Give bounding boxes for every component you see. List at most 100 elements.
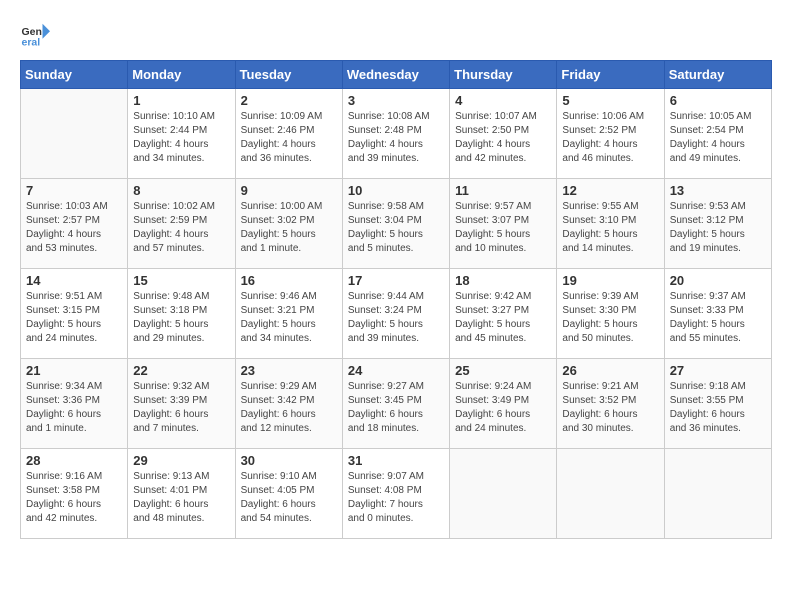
day-number: 23 [241,363,337,378]
day-number: 10 [348,183,444,198]
day-info: Sunrise: 9:44 AM Sunset: 3:24 PM Dayligh… [348,290,444,346]
day-number: 2 [241,93,337,108]
day-info: Sunrise: 9:24 AM Sunset: 3:49 PM Dayligh… [455,380,551,436]
calendar-week-row: 28 Sunrise: 9:16 AM Sunset: 3:58 PM Dayli… [21,449,772,539]
day-number: 19 [562,273,658,288]
svg-text:eral: eral [22,37,41,49]
day-number: 20 [670,273,766,288]
logo-icon: Gen eral [20,20,50,50]
header: Gen eral [20,20,772,50]
day-info: Sunrise: 9:58 AM Sunset: 3:04 PM Dayligh… [348,200,444,256]
calendar-cell: 19 Sunrise: 9:39 AM Sunset: 3:30 PM Dayli… [557,269,664,359]
day-number: 28 [26,453,122,468]
day-number: 18 [455,273,551,288]
calendar-cell: 13 Sunrise: 9:53 AM Sunset: 3:12 PM Dayli… [664,179,771,269]
day-number: 9 [241,183,337,198]
day-info: Sunrise: 10:02 AM Sunset: 2:59 PM Daylig… [133,200,229,256]
day-info: Sunrise: 9:21 AM Sunset: 3:52 PM Dayligh… [562,380,658,436]
calendar-header-tuesday: Tuesday [235,61,342,89]
day-number: 7 [26,183,122,198]
day-info: Sunrise: 10:05 AM Sunset: 2:54 PM Daylig… [670,110,766,166]
day-info: Sunrise: 10:00 AM Sunset: 3:02 PM Daylig… [241,200,337,256]
day-number: 16 [241,273,337,288]
day-info: Sunrise: 9:53 AM Sunset: 3:12 PM Dayligh… [670,200,766,256]
day-info: Sunrise: 9:27 AM Sunset: 3:45 PM Dayligh… [348,380,444,436]
calendar-cell [450,449,557,539]
day-info: Sunrise: 9:37 AM Sunset: 3:33 PM Dayligh… [670,290,766,346]
calendar-week-row: 14 Sunrise: 9:51 AM Sunset: 3:15 PM Dayli… [21,269,772,359]
day-number: 14 [26,273,122,288]
day-info: Sunrise: 9:51 AM Sunset: 3:15 PM Dayligh… [26,290,122,346]
day-number: 31 [348,453,444,468]
calendar-cell: 12Sunrise: 9:55 AM Sunset: 3:10 PM Dayli… [557,179,664,269]
day-info: Sunrise: 9:57 AM Sunset: 3:07 PM Dayligh… [455,200,551,256]
calendar-header-saturday: Saturday [664,61,771,89]
day-info: Sunrise: 9:32 AM Sunset: 3:39 PM Dayligh… [133,380,229,436]
calendar-cell: 3 Sunrise: 10:08 AM Sunset: 2:48 PM Dayli… [342,89,449,179]
calendar-cell: 7 Sunrise: 10:03 AM Sunset: 2:57 PM Dayli… [21,179,128,269]
day-info: Sunrise: 9:16 AM Sunset: 3:58 PM Dayligh… [26,470,122,526]
calendar-header-thursday: Thursday [450,61,557,89]
day-info: Sunrise: 9:34 AM Sunset: 3:36 PM Dayligh… [26,380,122,436]
calendar-cell: 17 Sunrise: 9:44 AM Sunset: 3:24 PM Dayli… [342,269,449,359]
calendar-header-sunday: Sunday [21,61,128,89]
day-number: 13 [670,183,766,198]
calendar-cell: 6Sunrise: 10:05 AM Sunset: 2:54 PM Dayli… [664,89,771,179]
calendar-cell [557,449,664,539]
calendar-cell: 11Sunrise: 9:57 AM Sunset: 3:07 PM Dayli… [450,179,557,269]
day-number: 27 [670,363,766,378]
day-number: 4 [455,93,551,108]
calendar-cell: 16 Sunrise: 9:46 AM Sunset: 3:21 PM Dayli… [235,269,342,359]
calendar-cell: 10 Sunrise: 9:58 AM Sunset: 3:04 PM Dayli… [342,179,449,269]
calendar-cell: 20 Sunrise: 9:37 AM Sunset: 3:33 PM Dayli… [664,269,771,359]
calendar-cell: 15 Sunrise: 9:48 AM Sunset: 3:18 PM Dayli… [128,269,235,359]
day-info: Sunrise: 9:55 AM Sunset: 3:10 PM Dayligh… [562,200,658,256]
day-info: Sunrise: 9:10 AM Sunset: 4:05 PM Dayligh… [241,470,337,526]
day-info: Sunrise: 9:39 AM Sunset: 3:30 PM Dayligh… [562,290,658,346]
calendar-cell: 2Sunrise: 10:09 AM Sunset: 2:46 PM Dayli… [235,89,342,179]
calendar-cell: 9 Sunrise: 10:00 AM Sunset: 3:02 PM Dayli… [235,179,342,269]
logo: Gen eral [20,20,54,50]
day-info: Sunrise: 9:18 AM Sunset: 3:55 PM Dayligh… [670,380,766,436]
calendar-cell [21,89,128,179]
day-info: Sunrise: 9:07 AM Sunset: 4:08 PM Dayligh… [348,470,444,526]
calendar-cell: 25 Sunrise: 9:24 AM Sunset: 3:49 PM Dayli… [450,359,557,449]
calendar-cell: 29Sunrise: 9:13 AM Sunset: 4:01 PM Dayli… [128,449,235,539]
calendar-cell: 28 Sunrise: 9:16 AM Sunset: 3:58 PM Dayli… [21,449,128,539]
calendar-cell: 21Sunrise: 9:34 AM Sunset: 3:36 PM Dayli… [21,359,128,449]
calendar-body: 1Sunrise: 10:10 AM Sunset: 2:44 PM Dayli… [21,89,772,539]
calendar-header-wednesday: Wednesday [342,61,449,89]
calendar-cell: 27 Sunrise: 9:18 AM Sunset: 3:55 PM Dayli… [664,359,771,449]
day-info: Sunrise: 9:29 AM Sunset: 3:42 PM Dayligh… [241,380,337,436]
day-number: 1 [133,93,229,108]
day-number: 5 [562,93,658,108]
day-number: 25 [455,363,551,378]
day-number: 8 [133,183,229,198]
day-info: Sunrise: 9:46 AM Sunset: 3:21 PM Dayligh… [241,290,337,346]
calendar-header-monday: Monday [128,61,235,89]
calendar-cell: 22Sunrise: 9:32 AM Sunset: 3:39 PM Dayli… [128,359,235,449]
day-info: Sunrise: 10:08 AM Sunset: 2:48 PM Daylig… [348,110,444,166]
calendar-cell: 24Sunrise: 9:27 AM Sunset: 3:45 PM Dayli… [342,359,449,449]
day-number: 17 [348,273,444,288]
day-number: 15 [133,273,229,288]
calendar-cell: 18 Sunrise: 9:42 AM Sunset: 3:27 PM Dayli… [450,269,557,359]
calendar-cell: 30 Sunrise: 9:10 AM Sunset: 4:05 PM Dayli… [235,449,342,539]
calendar-week-row: 7 Sunrise: 10:03 AM Sunset: 2:57 PM Dayli… [21,179,772,269]
day-number: 3 [348,93,444,108]
calendar-cell: 4 Sunrise: 10:07 AM Sunset: 2:50 PM Dayli… [450,89,557,179]
calendar-week-row: 1Sunrise: 10:10 AM Sunset: 2:44 PM Dayli… [21,89,772,179]
calendar-cell [664,449,771,539]
day-info: Sunrise: 9:42 AM Sunset: 3:27 PM Dayligh… [455,290,551,346]
calendar-header-row: SundayMondayTuesdayWednesdayThursdayFrid… [21,61,772,89]
day-info: Sunrise: 10:07 AM Sunset: 2:50 PM Daylig… [455,110,551,166]
calendar-cell: 14 Sunrise: 9:51 AM Sunset: 3:15 PM Dayli… [21,269,128,359]
day-number: 30 [241,453,337,468]
day-info: Sunrise: 10:06 AM Sunset: 2:52 PM Daylig… [562,110,658,166]
calendar-table: SundayMondayTuesdayWednesdayThursdayFrid… [20,60,772,539]
calendar-cell: 1Sunrise: 10:10 AM Sunset: 2:44 PM Dayli… [128,89,235,179]
day-number: 29 [133,453,229,468]
day-info: Sunrise: 9:48 AM Sunset: 3:18 PM Dayligh… [133,290,229,346]
calendar-header-friday: Friday [557,61,664,89]
day-info: Sunrise: 10:03 AM Sunset: 2:57 PM Daylig… [26,200,122,256]
